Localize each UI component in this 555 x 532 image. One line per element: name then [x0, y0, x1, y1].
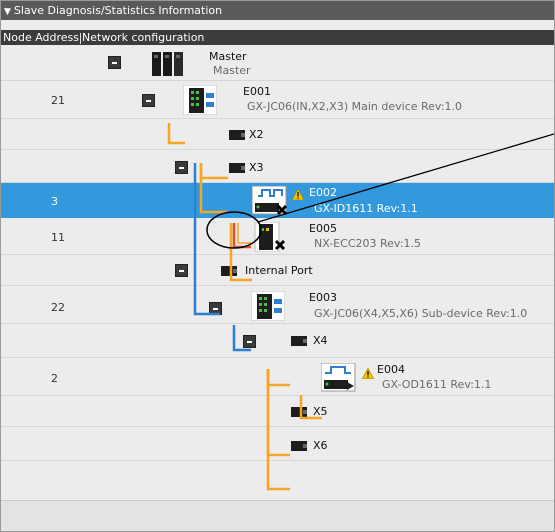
cable-e001-x3	[199, 163, 228, 214]
cable-e001-internal	[193, 163, 220, 316]
panel-title: Slave Diagnosis/Statistics Information	[13, 4, 223, 17]
cable-internal-e003	[232, 325, 251, 352]
master-controller-icon	[152, 52, 183, 76]
column-header: Node Address Network configuration	[1, 30, 554, 45]
tree-row-master[interactable]: Master Master	[1, 45, 554, 81]
diagnosis-panel: ▼ Slave Diagnosis/Statistics Information …	[0, 0, 555, 532]
cable-master-e001	[167, 123, 185, 145]
node-name: Master	[209, 50, 247, 63]
column-node-address[interactable]: Node Address	[3, 31, 79, 44]
node-description: Master	[213, 64, 251, 77]
column-separator[interactable]	[80, 32, 82, 44]
cable-e003-x6	[266, 369, 290, 491]
connection-lines	[167, 123, 554, 491]
bottom-area	[1, 500, 554, 531]
cable-x4-e004	[299, 395, 322, 420]
panel-title-bar[interactable]: ▼ Slave Diagnosis/Statistics Information	[1, 1, 554, 20]
column-network-configuration[interactable]: Network configuration	[82, 31, 204, 44]
cable-x3-e002-outline	[237, 223, 251, 244]
cable-e003-x5	[266, 369, 290, 457]
cable-e001-x2	[199, 163, 228, 180]
triangle-down-icon[interactable]: ▼	[4, 3, 11, 22]
collapse-icon[interactable]	[108, 56, 121, 69]
cable-e003-x4	[266, 369, 290, 387]
network-tree-grid: Master Master 21 E001 GX-JC06(IN,X2,X3) …	[1, 45, 554, 500]
callout-line	[257, 133, 554, 223]
